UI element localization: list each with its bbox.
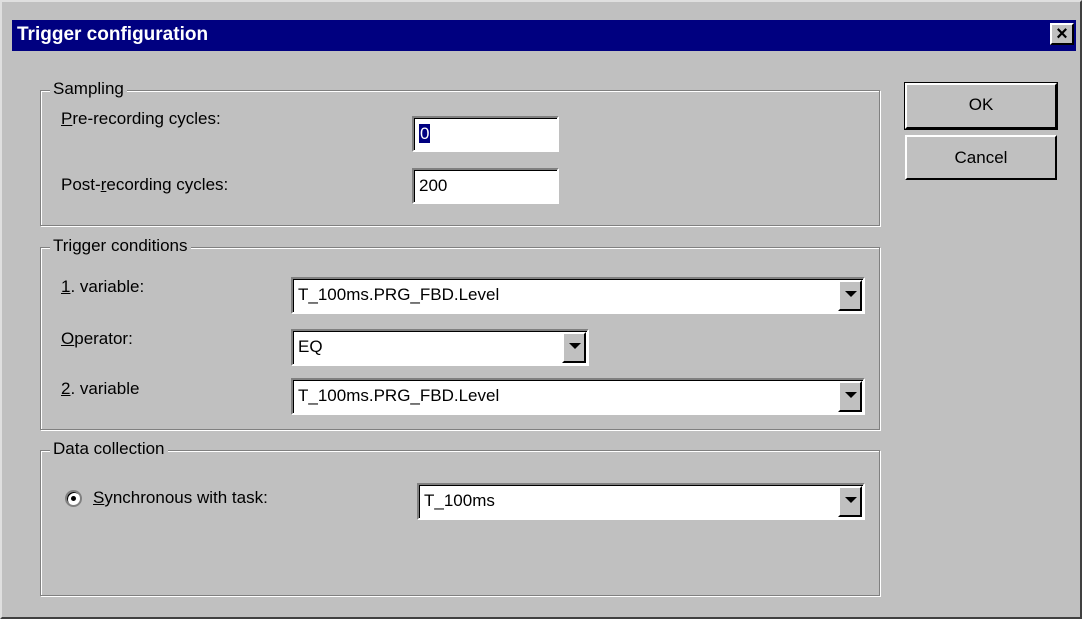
ok-button-label: OK [968,95,994,114]
variable1-value: T_100ms.PRG_FBD.Level [298,285,500,304]
variable2-combo[interactable]: T_100ms.PRG_FBD.Level [291,378,865,415]
cancel-button[interactable]: Cancel [905,135,1057,180]
variable1-combo[interactable]: T_100ms.PRG_FBD.Level [291,277,865,314]
data-collection-label: Data collection [50,439,168,459]
chevron-down-icon[interactable] [838,280,862,311]
pre-recording-label: Pre-recording cycles: [61,109,221,128]
chevron-down-icon[interactable] [838,381,862,412]
variable2-label: 2. variable [61,379,140,398]
chevron-down-icon[interactable] [838,486,862,517]
trigger-conditions-group: Trigger conditions 1. variable: T_100ms.… [40,236,880,430]
variable1-label: 1. variable: [61,277,145,296]
operator-combo[interactable]: EQ [291,329,589,366]
post-recording-input[interactable]: 200 [412,168,559,204]
synchronous-label[interactable]: Synchronous with task: [93,488,268,508]
synchronous-radio[interactable] [65,490,82,507]
chevron-down-icon[interactable] [562,332,586,363]
task-combo[interactable]: T_100ms [417,483,865,520]
data-collection-group: Data collection Synchronous with task: T… [40,439,880,596]
dialog-window: Trigger configuration × Sampling Pre-rec… [0,0,1082,619]
task-value: T_100ms [424,491,495,510]
sampling-group: Sampling Pre-recording cycles: 0 Post-re… [40,79,880,226]
ok-button[interactable]: OK [904,82,1058,130]
trigger-conditions-label: Trigger conditions [50,236,191,256]
operator-value: EQ [298,337,323,356]
dialog-title: Trigger configuration [17,24,209,45]
post-recording-value: 200 [419,176,448,195]
radio-selected-dot [71,496,76,501]
pre-recording-input[interactable]: 0 [412,116,559,152]
post-recording-label: Post-recording cycles: [61,175,229,194]
sampling-group-label: Sampling [50,79,127,99]
variable2-value: T_100ms.PRG_FBD.Level [298,386,500,405]
close-icon: × [1056,23,1068,45]
pre-recording-value: 0 [419,124,431,143]
operator-label: Operator: [61,329,133,348]
title-bar[interactable]: Trigger configuration × [12,20,1076,51]
cancel-button-label: Cancel [954,148,1008,167]
close-button[interactable]: × [1050,23,1074,45]
